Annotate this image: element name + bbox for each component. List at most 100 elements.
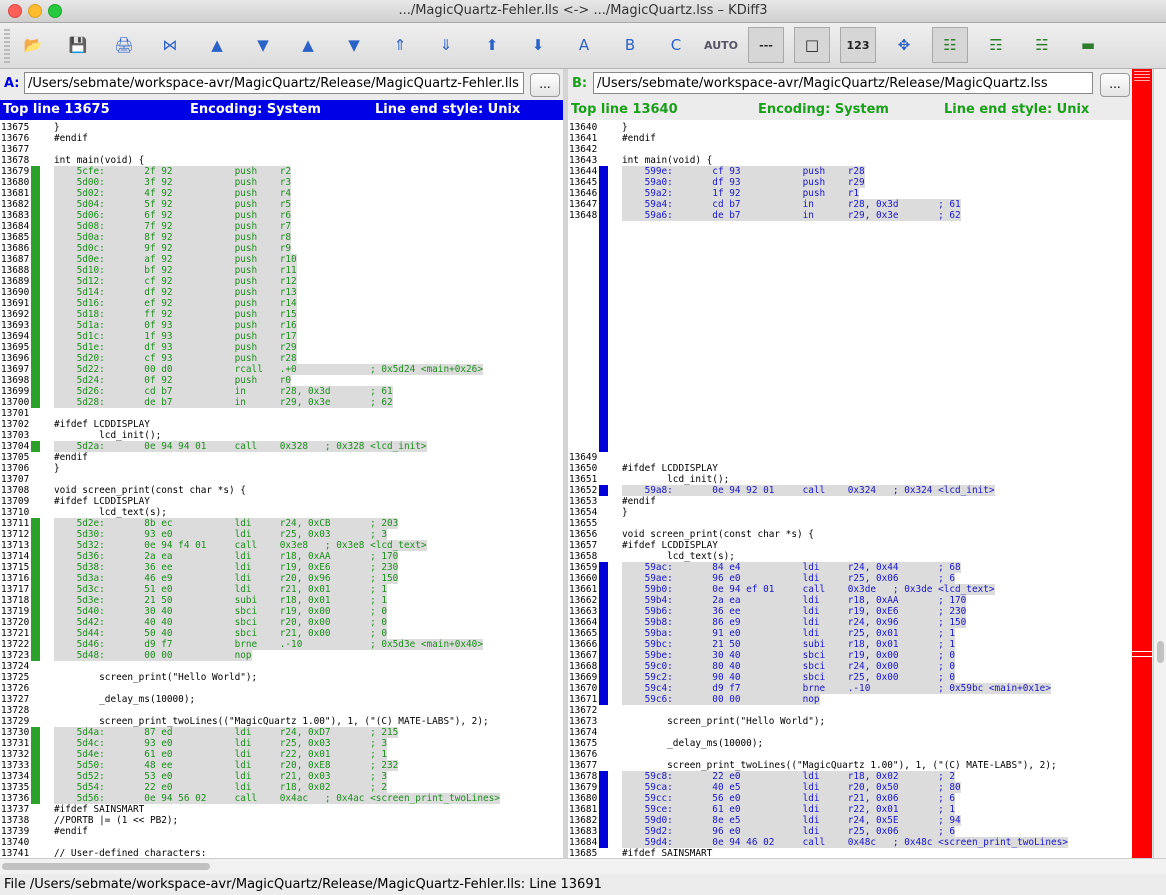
go-bottom-button[interactable]: ▼ (245, 27, 281, 63)
code-line[interactable]: 13640} (568, 122, 1132, 133)
code-line[interactable] (568, 441, 1132, 452)
code-line[interactable]: 13697 5d22: 00 d0 rcall .+0 ; 0x5d24 <ma… (0, 364, 563, 375)
code-line[interactable]: 13655 (568, 518, 1132, 529)
code-line[interactable]: 13681 5d02: 4f 92 push r4 (0, 188, 563, 199)
code-line[interactable]: 13674 (568, 727, 1132, 738)
pane-b-path-field[interactable]: /Users/sebmate/workspace-avr/MagicQuartz… (593, 72, 1093, 94)
code-line[interactable]: 13662 59b4: 2a ea ldi r18, 0xAA ; 170 (568, 595, 1132, 606)
code-line[interactable]: 13689 5d12: cf 92 push r12 (0, 276, 563, 287)
toolbar-grip[interactable] (4, 29, 10, 63)
code-line[interactable] (568, 419, 1132, 430)
code-line[interactable]: 13669 59c2: 90 40 sbci r25, 0x00 ; 0 (568, 672, 1132, 683)
code-line[interactable]: 13647 59a4: cd b7 in r28, 0x3d ; 61 (568, 199, 1132, 210)
code-line[interactable] (568, 298, 1132, 309)
print-button[interactable]: 🖨 (106, 27, 142, 63)
pane-a-path-field[interactable]: /Users/sebmate/workspace-avr/MagicQuartz… (24, 72, 524, 94)
code-line[interactable]: 13657 #ifdef LCDDISPLAY (568, 540, 1132, 551)
code-line[interactable] (568, 397, 1132, 408)
code-line[interactable]: 13682 59d0: 8e e5 ldi r24, 0x5E ; 94 (568, 815, 1132, 826)
code-line[interactable]: 13723 5d48: 00 00 nop (0, 650, 563, 661)
code-line[interactable]: 13701 (0, 408, 563, 419)
code-line[interactable]: 13643 int main(void) { (568, 155, 1132, 166)
code-line[interactable]: 13737 #ifdef SAINSMART (0, 804, 563, 815)
code-line[interactable]: 13702 #ifdef LCDDISPLAY (0, 419, 563, 430)
code-line[interactable]: 13703 lcd_init(); (0, 430, 563, 441)
code-line[interactable]: 13739 #endif (0, 826, 563, 837)
code-line[interactable] (568, 342, 1132, 353)
code-line[interactable]: 13681 59ce: 61 e0 ldi r22, 0x01 ; 1 (568, 804, 1132, 815)
code-line[interactable]: 13645 59a0: df 93 push r29 (568, 177, 1132, 188)
code-line[interactable]: 13698 5d24: 0f 92 push r0 (0, 375, 563, 386)
code-line[interactable]: 13683 59d2: 96 e0 ldi r25, 0x06 ; 6 (568, 826, 1132, 837)
select-c-button[interactable]: C (658, 27, 694, 63)
code-line[interactable] (568, 276, 1132, 287)
code-line[interactable]: 13641 #endif (568, 133, 1132, 144)
code-line[interactable]: 13728 (0, 705, 563, 716)
code-line[interactable]: 13646 59a2: 1f 92 push r1 (568, 188, 1132, 199)
code-line[interactable]: 13673 screen_print("Hello World"); (568, 716, 1132, 727)
go-current-delta-button[interactable]: ⋈ (152, 27, 188, 63)
code-line[interactable]: 13678 int main(void) { (0, 155, 563, 166)
code-line[interactable]: 13730 5d4a: 87 ed ldi r24, 0xD7 ; 215 (0, 727, 563, 738)
code-line[interactable] (568, 287, 1132, 298)
code-line[interactable]: 13654} (568, 507, 1132, 518)
code-line[interactable]: 13724 (0, 661, 563, 672)
code-line[interactable]: 13676 (568, 749, 1132, 760)
show-line-numbers-button[interactable]: 123 (840, 27, 876, 63)
code-line[interactable]: 13726 (0, 683, 563, 694)
code-line[interactable]: 13682 5d04: 5f 92 push r5 (0, 199, 563, 210)
code-line[interactable]: 13642 (568, 144, 1132, 155)
code-line[interactable]: 13706} (0, 463, 563, 474)
code-line[interactable]: 13699 5d26: cd b7 in r28, 0x3d ; 61 (0, 386, 563, 397)
code-line[interactable] (568, 364, 1132, 375)
code-line[interactable]: 13652 59a8: 0e 94 92 01 call 0x324 ; 0x3… (568, 485, 1132, 496)
go-next-unsolved-button[interactable]: ⬇ (520, 27, 556, 63)
code-line[interactable]: 13711 5d2e: 8b ec ldi r24, 0xCB ; 203 (0, 518, 563, 529)
toggle-window-a-button[interactable]: ☷ (932, 27, 968, 63)
select-a-button[interactable]: A (566, 27, 602, 63)
code-line[interactable]: 13729 screen_print_twoLines(("MagicQuart… (0, 716, 563, 727)
code-line[interactable]: 13695 5d1e: df 93 push r29 (0, 342, 563, 353)
code-line[interactable]: 13708 void screen_print(const char *s) { (0, 485, 563, 496)
pane-b-code[interactable]: 13640} 13641 #endif 13642 13643 int main(void… (568, 122, 1132, 858)
code-line[interactable]: 13679 59ca: 40 e5 ldi r20, 0x50 ; 80 (568, 782, 1132, 793)
code-line[interactable]: 13672 (568, 705, 1132, 716)
code-line[interactable]: 13741 // User-defined characters: (0, 848, 563, 858)
code-line[interactable]: 13736 5d56: 0e 94 56 02 call 0x4ac ; 0x4… (0, 793, 563, 804)
code-line[interactable]: 13687 5d0e: af 92 push r10 (0, 254, 563, 265)
toggle-split-button[interactable]: ▬ (1070, 27, 1106, 63)
code-line[interactable]: 13719 5d40: 30 40 sbci r19, 0x00 ; 0 (0, 606, 563, 617)
go-top-button[interactable]: ▲ (199, 27, 235, 63)
code-line[interactable]: 13677 screen_print_twoLines(("MagicQuart… (568, 760, 1132, 771)
code-line[interactable]: 13694 5d1c: 1f 93 push r17 (0, 331, 563, 342)
code-line[interactable]: 13686 5d0c: 9f 92 push r9 (0, 243, 563, 254)
code-line[interactable] (568, 386, 1132, 397)
toggle-window-b-button[interactable]: ☶ (978, 27, 1014, 63)
show-whitespace-chars-button[interactable]: □ (794, 27, 830, 63)
code-line[interactable] (568, 265, 1132, 276)
code-line[interactable]: 13675 _delay_ms(10000); (568, 738, 1132, 749)
code-line[interactable]: 13684 59d4: 0e 94 46 02 call 0x48c ; 0x4… (568, 837, 1132, 848)
code-line[interactable]: 13659 59ac: 84 e4 ldi r24, 0x44 ; 68 (568, 562, 1132, 573)
code-line[interactable]: 13738 //PORTB |= (1 << PB2); (0, 815, 563, 826)
pane-b-browse-button[interactable]: ... (1100, 73, 1130, 97)
code-line[interactable]: 13731 5d4c: 93 e0 ldi r25, 0x03 ; 3 (0, 738, 563, 749)
horizontal-scrollbar[interactable] (0, 858, 1166, 874)
go-prev-conflict-button[interactable]: ⇑ (382, 27, 418, 63)
code-line[interactable] (568, 353, 1132, 364)
code-line[interactable]: 13683 5d06: 6f 92 push r6 (0, 210, 563, 221)
code-line[interactable]: 13661 59b0: 0e 94 ef 01 call 0x3de ; 0x3… (568, 584, 1132, 595)
code-line[interactable]: 13651 lcd_init(); (568, 474, 1132, 485)
go-prev-unsolved-button[interactable]: ⬆ (474, 27, 510, 63)
code-line[interactable]: 13685 5d0a: 8f 92 push r8 (0, 232, 563, 243)
code-line[interactable]: 13716 5d3a: 46 e9 ldi r20, 0x96 ; 150 (0, 573, 563, 584)
code-line[interactable]: 13679 5cfe: 2f 92 push r2 (0, 166, 563, 177)
code-line[interactable]: 13668 59c0: 80 40 sbci r24, 0x00 ; 0 (568, 661, 1132, 672)
code-line[interactable]: 13733 5d50: 48 ee ldi r20, 0xE8 ; 232 (0, 760, 563, 771)
code-line[interactable]: 13732 5d4e: 61 e0 ldi r22, 0x01 ; 1 (0, 749, 563, 760)
code-line[interactable]: 13678 59c8: 22 e0 ldi r18, 0x02 ; 2 (568, 771, 1132, 782)
pane-a-code[interactable]: 13675} 13676 #endif 13677 13678 int main(void… (0, 122, 563, 858)
code-line[interactable]: 13675} (0, 122, 563, 133)
code-line[interactable]: 13707 (0, 474, 563, 485)
code-line[interactable]: 13677 (0, 144, 563, 155)
